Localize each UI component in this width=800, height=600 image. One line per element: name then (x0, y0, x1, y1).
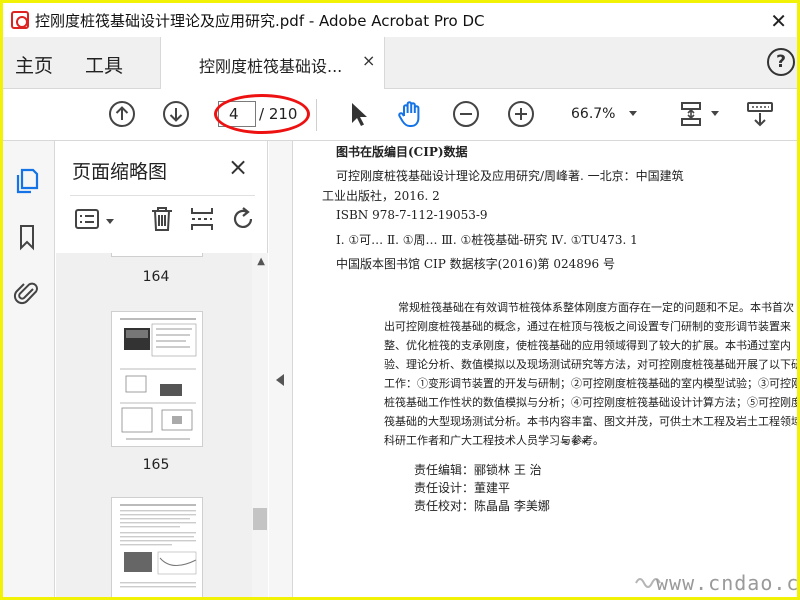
thumbnail-label-165: 165 (142, 457, 170, 473)
isbn-line: ISBN 978-7-112-19053-9 (336, 208, 488, 222)
abstract-line-1: 常规桩筏基础在有效调节桩筏体系整体刚度方面存在一定的问题和不足。本书首次 (398, 301, 794, 314)
toolbar: 4 / 210 66.7% (3, 89, 797, 141)
cip-line-2: 工业出版社，2016. 2 (322, 189, 440, 203)
classification-line: Ⅰ. ①可… Ⅱ. ①周… Ⅲ. ①桩筏基础-研究 Ⅳ. ①TU473. 1 (336, 233, 638, 247)
thumbnail-label-164: 164 (142, 269, 170, 285)
collapse-panel-arrow-icon[interactable] (276, 374, 284, 386)
highlight-oval (214, 94, 310, 134)
abstract-line-2: 出可控刚度桩筏基础的概念，通过在桩顶与筏板之间设置专门研制的变形调节装置来 (384, 320, 791, 333)
previous-page-icon[interactable] (107, 99, 137, 129)
document-tab-label: 控刚度桩筏基础设... (199, 57, 343, 76)
hand-tool-icon[interactable] (396, 99, 426, 129)
window-title: 控刚度桩筏基础设计理论及应用研究.pdf - Adobe Acrobat Pro… (35, 11, 485, 30)
panel-close-icon[interactable]: × (228, 153, 248, 181)
document-tab[interactable]: 控刚度桩筏基础设... × (160, 37, 385, 89)
rotate-page-icon[interactable] (229, 205, 257, 233)
thumbnails-panel: 页面缩略图 × ▲ 164 165 (56, 141, 268, 597)
designer-line: 责任设计：董建平 (414, 481, 511, 495)
cip-number-line: 中国版本图书馆 CIP 数据核字(2016)第 024896 号 (336, 257, 615, 271)
panel-splitter[interactable] (269, 141, 293, 597)
thumbnails-list[interactable]: ▲ 164 165 (56, 253, 268, 597)
thumbnail-166-content (120, 504, 197, 588)
thumbnail-options-icon[interactable] (74, 205, 102, 233)
page-fit-icon[interactable] (676, 99, 706, 129)
watermark-text: www.cndao.com (656, 571, 797, 595)
zoom-in-icon[interactable] (506, 99, 536, 129)
page-thumbnail-166[interactable] (111, 497, 203, 597)
scroll-up-icon[interactable]: ▲ (257, 256, 265, 267)
navigation-rail (3, 141, 55, 597)
page-thumbnail-164[interactable] (111, 253, 203, 257)
cip-heading: 图书在版编目(CIP)数据 (336, 145, 468, 159)
editor-line: 责任编辑：郦锁林 王 治 (414, 463, 542, 477)
cip-line-1: 可控刚度桩筏基础设计理论及应用研究/周峰著. 一北京：中国建筑 (336, 169, 684, 183)
menu-home[interactable]: 主页 (15, 51, 53, 78)
page-thumbnails-icon[interactable] (13, 167, 41, 195)
document-view[interactable]: 图书在版编目(CIP)数据 可控刚度桩筏基础设计理论及应用研究/周峰著. 一北京… (294, 141, 797, 597)
abstract-line-6: 桩筏基础工作性状的数值模拟与分析；④可控刚度桩筏基础设计计算方法；⑤可控刚度 (384, 396, 797, 409)
menu-tools[interactable]: 工具 (85, 51, 123, 78)
acrobat-window: 控刚度桩筏基础设计理论及应用研究.pdf - Adobe Acrobat Pro… (3, 3, 797, 597)
panel-title: 页面缩略图 (72, 161, 168, 183)
toolbar-divider (316, 99, 317, 131)
bookmarks-icon[interactable] (13, 223, 41, 251)
thumbnails-scrollbar[interactable]: ▲ (252, 253, 268, 597)
attachments-icon[interactable] (13, 279, 41, 307)
extract-pages-icon[interactable] (188, 205, 216, 233)
abstract-line-3: 整、优化桩筏的支承刚度，使桩筏基础的应用领域得到了较大的扩展。本书通过室内 (384, 339, 791, 352)
zoom-out-icon[interactable] (451, 99, 481, 129)
separator-stars: * * * (562, 437, 588, 451)
help-icon[interactable]: ? (767, 48, 795, 76)
abstract-line-4: 验、理论分析、数值模拟以及现场测试研究等方法，对可控刚度桩筏基础开展了以下研 (384, 358, 797, 371)
select-cursor-icon[interactable] (343, 99, 373, 129)
acrobat-app-icon (11, 11, 29, 29)
title-bar: 控刚度桩筏基础设计理论及应用研究.pdf - Adobe Acrobat Pro… (3, 3, 797, 37)
delete-page-icon[interactable] (148, 205, 176, 233)
window-close-icon[interactable]: ✕ (770, 9, 787, 33)
next-page-icon[interactable] (161, 99, 191, 129)
zoom-caret-icon[interactable] (629, 111, 637, 116)
proofreader-line: 责任校对：陈晶晶 李美娜 (414, 499, 550, 513)
zoom-level-dropdown[interactable]: 66.7% (571, 106, 615, 122)
options-caret-icon[interactable] (106, 219, 114, 224)
keyboard-scroll-icon[interactable] (745, 99, 775, 129)
panel-divider (70, 195, 255, 196)
abstract-line-5: 工作：①变形调节装置的开发与研制；②可控刚度桩筏基础的室内模型试验；③可控刚 (384, 377, 797, 390)
page-fit-caret-icon[interactable] (711, 111, 719, 116)
tab-bar: 主页 工具 控刚度桩筏基础设... × ? (3, 37, 797, 89)
tab-close-icon[interactable]: × (362, 51, 375, 70)
scrollbar-thumb[interactable] (253, 508, 267, 530)
abstract-line-7: 筏基础的大型现场测试分析。本书内容丰富、图文并茂，可供土木工程及岩土工程领域 (384, 415, 797, 428)
page-thumbnail-165[interactable] (111, 311, 203, 447)
thumbnail-165-content (120, 318, 197, 440)
